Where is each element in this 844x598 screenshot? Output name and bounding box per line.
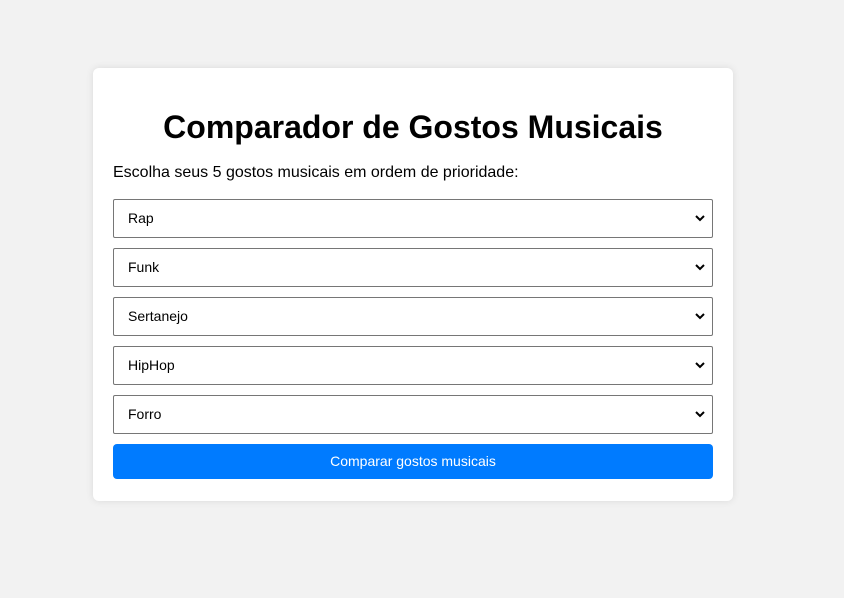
select-value: Funk	[128, 259, 160, 275]
music-taste-select-3[interactable]: Sertanejo	[113, 297, 713, 336]
music-taste-select-5[interactable]: Forro	[113, 395, 713, 434]
comparator-card: Comparador de Gostos Musicais Escolha se…	[93, 68, 733, 501]
select-value: Forro	[128, 406, 162, 422]
chevron-down-icon	[695, 313, 705, 320]
select-value: HipHop	[128, 357, 175, 373]
select-value: Rap	[128, 210, 154, 226]
music-taste-select-2[interactable]: Funk	[113, 248, 713, 287]
select-value: Sertanejo	[128, 308, 188, 324]
instruction-text: Escolha seus 5 gostos musicais em ordem …	[113, 164, 519, 181]
music-taste-select-1[interactable]: Rap	[113, 199, 713, 238]
compare-button[interactable]: Comparar gostos musicais	[113, 444, 713, 479]
music-taste-select-4[interactable]: HipHop	[113, 346, 713, 385]
chevron-down-icon	[695, 411, 705, 418]
page-title: Comparador de Gostos Musicais	[163, 109, 663, 145]
chevron-down-icon	[695, 215, 705, 222]
chevron-down-icon	[695, 264, 705, 271]
chevron-down-icon	[695, 362, 705, 369]
